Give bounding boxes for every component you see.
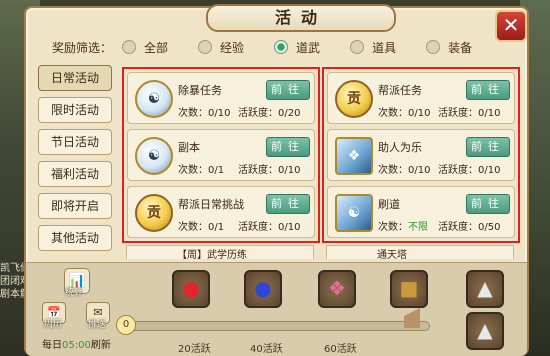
filter-option-label: 装备 bbox=[448, 40, 473, 55]
activity-card-gang-challenge: 贡 帮派日常挑战 前往 次数：0/1 活跃度：0/10 bbox=[127, 186, 315, 238]
activity-panel: 活动 ✕ 奖励筛选： 全部 经验 道武 道具 装备 日常活动 限时活动 节日活动… bbox=[24, 4, 529, 356]
filter-option-all[interactable]: 全部 bbox=[122, 39, 168, 56]
refresh-suffix: 刷新 bbox=[90, 340, 111, 351]
filter-option-items[interactable]: 道具 bbox=[350, 39, 396, 56]
coin-icon: 贡 bbox=[135, 194, 173, 232]
activity-title: 除暴任务 bbox=[178, 84, 222, 97]
book-taiji-icon: ☯ bbox=[335, 194, 373, 232]
activity-card-helping: ❖ 助人为乐 前往 次数：0/10 活跃度：0/10 bbox=[327, 129, 515, 181]
milestone-20: 20活跃 bbox=[178, 344, 211, 355]
daily-refresh-text: 每日05:00刷新 bbox=[42, 336, 111, 351]
reward-blue-gem-icon[interactable]: ● bbox=[244, 270, 282, 308]
taiji-icon: ☯ bbox=[135, 80, 173, 118]
milestone-40: 40活跃 bbox=[250, 344, 283, 355]
radio-selected-icon bbox=[274, 40, 289, 54]
stats-label: 统计 bbox=[65, 288, 84, 298]
activity-list: ☯ 除暴任务 前往 次数：0/10 活跃度：0/20 贡 帮派任务 前往 次数：… bbox=[122, 67, 520, 245]
filter-option-label: 全部 bbox=[144, 40, 169, 55]
peek-title: 【周】武学历练 bbox=[177, 250, 247, 259]
filter-option-label: 道具 bbox=[372, 40, 397, 55]
count-unlimited: 不限 bbox=[408, 222, 428, 233]
reward-pink-gems-icon[interactable]: ❖ bbox=[318, 270, 356, 308]
activity-card-shuadao: ☯ 刷道 前往 次数：不限 活跃度：0/50 bbox=[327, 186, 515, 238]
activity-count: 次数：0/1 bbox=[178, 165, 225, 176]
activity-card-chubao: ☯ 除暴任务 前往 次数：0/10 活跃度：0/20 bbox=[127, 72, 315, 124]
radio-icon bbox=[122, 40, 137, 54]
progress-start-marker: 0 bbox=[116, 315, 136, 335]
filter-option-daowu[interactable]: 道武 bbox=[274, 39, 320, 56]
panel-title: 活动 bbox=[206, 4, 396, 32]
milestone-60: 60活跃 bbox=[324, 344, 357, 355]
activity-title: 刷道 bbox=[378, 198, 400, 211]
filter-option-label: 道武 bbox=[296, 40, 321, 55]
activity-count: 次数：0/10 bbox=[378, 108, 431, 119]
activity-points: 活跃度：0/10 bbox=[238, 222, 301, 233]
reward-silver-ingot-icon[interactable]: ▲ bbox=[466, 312, 504, 350]
refresh-time: 05:00 bbox=[62, 340, 91, 351]
refresh-prefix: 每日 bbox=[42, 340, 62, 351]
go-button[interactable]: 前往 bbox=[466, 80, 510, 100]
reward-red-gem-icon[interactable]: ● bbox=[172, 270, 210, 308]
reward-filter: 奖励筛选： 全部 经验 道武 道具 装备 bbox=[36, 34, 518, 60]
go-button[interactable]: 前往 bbox=[266, 194, 310, 214]
activity-card-dungeon: ☯ 副本 前往 次数：0/1 活跃度：0/10 bbox=[127, 129, 315, 181]
tab-festival[interactable]: 节日活动 bbox=[38, 129, 112, 155]
count-prefix: 次数： bbox=[378, 222, 408, 233]
book-icon: ❖ bbox=[335, 137, 373, 175]
activity-title: 帮派日常挑战 bbox=[178, 198, 244, 211]
activity-count: 次数：0/10 bbox=[178, 108, 231, 119]
activity-points: 活跃度：0/50 bbox=[438, 222, 501, 233]
activity-title: 副本 bbox=[178, 141, 200, 154]
tab-limited[interactable]: 限时活动 bbox=[38, 97, 112, 123]
peek-title: 通天塔 bbox=[377, 250, 407, 259]
go-button[interactable]: 前往 bbox=[466, 194, 510, 214]
radio-icon bbox=[350, 40, 365, 54]
tab-daily[interactable]: 日常活动 bbox=[38, 65, 112, 91]
go-button[interactable]: 前往 bbox=[266, 137, 310, 157]
activity-count: 次数：0/1 bbox=[178, 222, 225, 233]
activity-points: 活跃度：0/20 bbox=[238, 108, 301, 119]
reward-silver-ingot-icon[interactable]: ▲ bbox=[466, 270, 504, 308]
go-button[interactable]: 前往 bbox=[466, 137, 510, 157]
tab-welfare[interactable]: 福利活动 bbox=[38, 161, 112, 187]
activity-points: 活跃度：0/10 bbox=[438, 165, 501, 176]
activity-card-peek-left[interactable]: 【周】武学历练 bbox=[126, 245, 314, 259]
activity-title: 帮派任务 bbox=[378, 84, 422, 97]
reward-chest-icon[interactable]: ■ bbox=[390, 270, 428, 308]
filter-option-equipment[interactable]: 装备 bbox=[426, 39, 472, 56]
push-label: 推送 bbox=[88, 320, 107, 330]
radio-icon bbox=[198, 40, 213, 54]
activity-count: 次数：0/10 bbox=[378, 165, 431, 176]
taiji-icon: ☯ bbox=[135, 137, 173, 175]
activity-card-gang-task: 贡 帮派任务 前往 次数：0/10 活跃度：0/10 bbox=[327, 72, 515, 124]
activity-points: 活跃度：0/10 bbox=[438, 108, 501, 119]
filter-option-exp[interactable]: 经验 bbox=[198, 39, 244, 56]
activity-card-peek-right[interactable]: 通天塔 bbox=[326, 245, 514, 259]
filter-option-label: 经验 bbox=[220, 40, 245, 55]
radio-icon bbox=[426, 40, 441, 54]
calendar-label: 周历 bbox=[44, 320, 63, 330]
activity-progress-bar bbox=[122, 321, 430, 331]
tab-other[interactable]: 其他活动 bbox=[38, 225, 112, 251]
activity-category-sidebar: 日常活动 限时活动 节日活动 福利活动 即将开启 其他活动 bbox=[38, 65, 112, 257]
activity-count: 次数：不限 bbox=[378, 218, 428, 233]
activity-title: 助人为乐 bbox=[378, 141, 422, 154]
go-button[interactable]: 前往 bbox=[266, 80, 310, 100]
tab-upcoming[interactable]: 即将开启 bbox=[38, 193, 112, 219]
coin-icon: 贡 bbox=[335, 80, 373, 118]
activity-points: 活跃度：0/10 bbox=[238, 165, 301, 176]
filter-label: 奖励筛选： bbox=[52, 40, 113, 55]
